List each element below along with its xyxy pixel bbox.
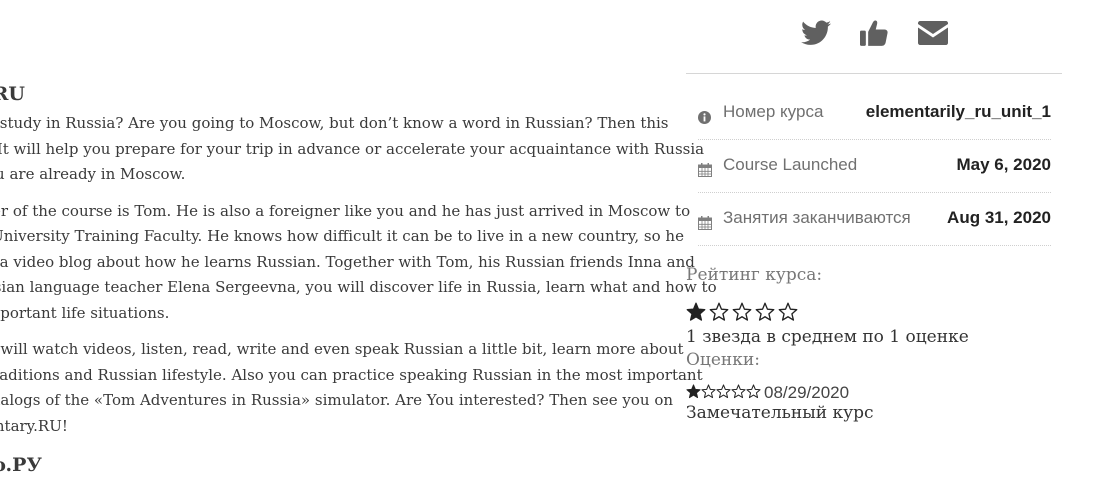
course-ends-row: Занятия заканчиваются Aug 31, 2020 [698,193,1051,246]
info-icon [698,109,711,124]
section-heading: .RU [0,83,25,105]
paragraph-line: ou are already in Moscow. [0,165,186,183]
star-filled-icon [686,302,706,321]
star-empty-icon [746,384,761,399]
paragraph-line: e a video blog about how he learns Russi… [0,252,695,271]
fact-label: Занятия заканчиваются [723,208,911,227]
section-heading: ıo.РУ [0,454,42,476]
fact-label: Course Launched [723,155,858,174]
sidebar-divider [686,73,1062,74]
star-empty-icon [755,302,775,321]
calendar-icon [698,215,712,230]
description-paragraph: u will watch videos, listen, read, write… [0,337,703,439]
description-paragraph: o study in Russia? Are you going to Mosc… [0,111,705,188]
star-filled-icon [686,384,701,399]
twitter-icon[interactable] [799,16,833,50]
course-rating-stars [686,302,798,322]
star-empty-icon [716,384,731,399]
paragraph-line: -University Training Faculty. He knows h… [0,227,684,245]
review-rating-stars [686,384,761,400]
course-description: .RU o study in Russia? Are you going to … [0,80,717,482]
thumbs-up-icon[interactable] [859,16,889,50]
star-empty-icon [778,302,798,321]
star-empty-icon [731,384,746,399]
star-empty-icon [732,302,752,321]
paragraph-line: u will watch videos, listen, read, write… [0,340,684,358]
paragraph-line: ter of the course is Tom. He is also a f… [0,201,691,220]
rating-average: 1 звезда в среднем по 1 оценке [686,327,969,347]
fact-value: Aug 31, 2020 [947,208,1051,227]
fact-value: elementarily_ru_unit_1 [865,102,1051,121]
envelope-icon[interactable] [917,16,949,50]
calendar-icon [698,162,712,177]
review-date: 08/29/2020 [764,383,850,402]
paragraph-line: traditions and Russian lifestyle. Also y… [0,365,703,384]
share-bar [799,16,959,52]
description-paragraph: ter of the course is Tom. He is also a f… [0,199,717,327]
star-empty-icon [709,302,729,321]
rating-title: Рейтинг курса: [686,265,823,285]
fact-value: May 6, 2020 [956,155,1051,174]
paragraph-line: ! It will help you prepare for your trip… [0,139,705,158]
paragraph-line: ssian language teacher Elena Sergeevna, … [0,278,717,296]
paragraph-line: dialogs of the «Tom Adventures in Russia… [0,391,674,409]
reviews-title: Оценки: [686,350,760,370]
paragraph-line: mportant life situations. [0,303,170,322]
course-number-row: Номер курса elementarily_ru_unit_1 [698,87,1051,140]
review-text: Замечательный курс [686,403,874,423]
paragraph-line: entary.RU! [0,416,68,435]
course-facts: Номер курса elementarily_ru_unit_1 Cours… [698,87,1051,246]
star-empty-icon [701,384,716,399]
course-launched-row: Course Launched May 6, 2020 [698,140,1051,193]
paragraph-line: o study in Russia? Are you going to Mosc… [0,114,669,132]
fact-label: Номер курса [723,102,824,121]
